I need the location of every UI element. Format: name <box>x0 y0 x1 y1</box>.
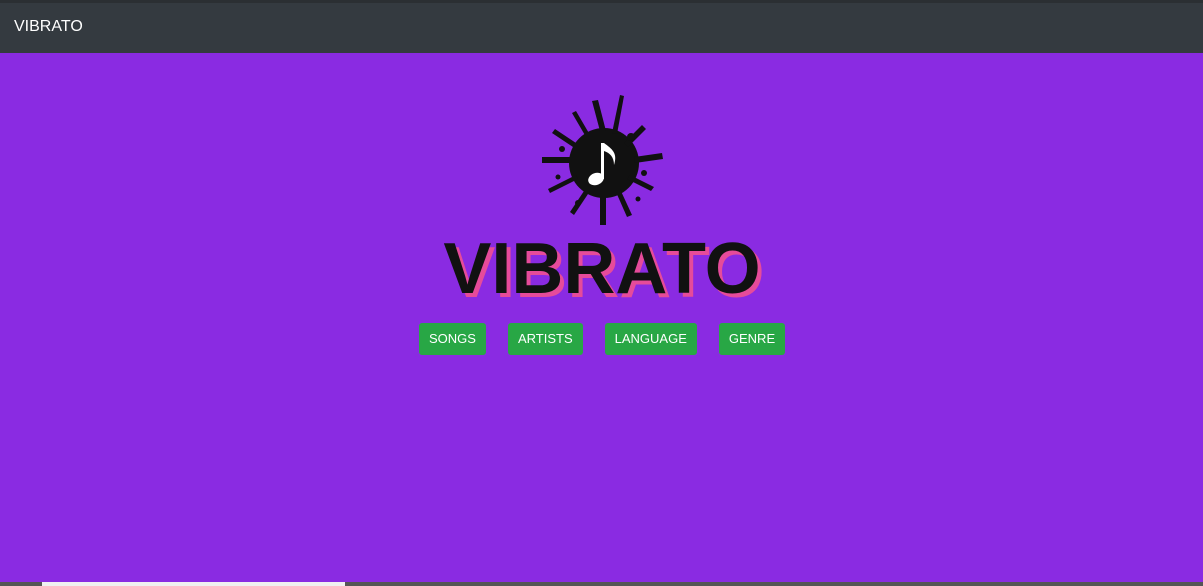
navbar-brand[interactable]: VIBRATO <box>14 18 83 36</box>
logo-wordmark: VIBRATO VIBRATO <box>443 229 764 307</box>
scrollbar-thumb[interactable] <box>42 582 345 586</box>
navbar: VIBRATO <box>0 0 1203 53</box>
nav-buttons: SONGS ARTISTS LANGUAGE GENRE <box>419 323 786 355</box>
songs-button[interactable]: SONGS <box>419 323 486 355</box>
ink-splat-music-note-icon <box>542 95 663 225</box>
genre-button[interactable]: GENRE <box>718 323 786 355</box>
logo-text: VIBRATO <box>443 229 760 307</box>
main-content: VIBRATO VIBRATO SONGS ARTISTS LANGUAGE G… <box>0 53 1203 586</box>
language-button[interactable]: LANGUAGE <box>604 323 697 355</box>
artists-button[interactable]: ARTISTS <box>507 323 583 355</box>
